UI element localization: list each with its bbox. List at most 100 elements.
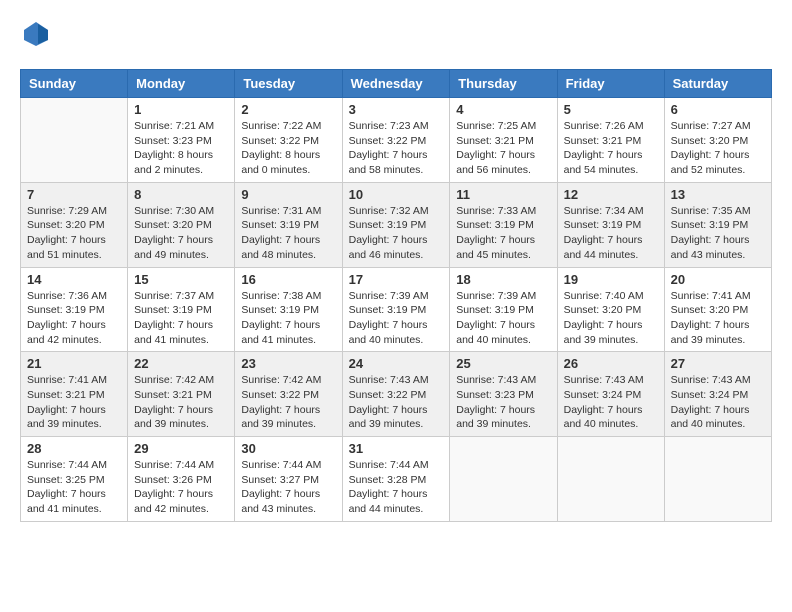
calendar-cell: 21 Sunrise: 7:41 AM Sunset: 3:21 PM Dayli…	[21, 352, 128, 437]
calendar-cell: 9 Sunrise: 7:31 AM Sunset: 3:19 PM Daylig…	[235, 182, 342, 267]
calendar-week-row: 21 Sunrise: 7:41 AM Sunset: 3:21 PM Dayli…	[21, 352, 772, 437]
calendar-cell: 4Sunrise: 7:25 AM Sunset: 3:21 PM Daylig…	[450, 98, 557, 183]
day-info: Sunrise: 7:23 AM Sunset: 3:22 PM Dayligh…	[349, 119, 444, 178]
day-number: 8	[134, 187, 228, 202]
day-info: Sunrise: 7:41 AM Sunset: 3:20 PM Dayligh…	[671, 289, 765, 348]
day-number: 22	[134, 356, 228, 371]
day-number: 1	[134, 102, 228, 117]
calendar-cell: 18Sunrise: 7:39 AM Sunset: 3:19 PM Dayli…	[450, 267, 557, 352]
day-number: 19	[564, 272, 658, 287]
day-info: Sunrise: 7:30 AM Sunset: 3:20 PM Dayligh…	[134, 204, 228, 263]
calendar-cell: 17 Sunrise: 7:39 AM Sunset: 3:19 PM Dayli…	[342, 267, 450, 352]
day-number: 25	[456, 356, 550, 371]
day-info: Sunrise: 7:37 AM Sunset: 3:19 PM Dayligh…	[134, 289, 228, 348]
day-number: 29	[134, 441, 228, 456]
day-info: Sunrise: 7:40 AM Sunset: 3:20 PM Dayligh…	[564, 289, 658, 348]
calendar-cell	[664, 437, 771, 522]
day-number: 10	[349, 187, 444, 202]
calendar-week-row: 7Sunrise: 7:29 AM Sunset: 3:20 PM Daylig…	[21, 182, 772, 267]
day-info: Sunrise: 7:25 AM Sunset: 3:21 PM Dayligh…	[456, 119, 550, 178]
col-header-tuesday: Tuesday	[235, 70, 342, 98]
day-number: 5	[564, 102, 658, 117]
day-info: Sunrise: 7:32 AM Sunset: 3:19 PM Dayligh…	[349, 204, 444, 263]
day-info: Sunrise: 7:41 AM Sunset: 3:21 PM Dayligh…	[27, 373, 121, 432]
day-number: 28	[27, 441, 121, 456]
day-info: Sunrise: 7:44 AM Sunset: 3:27 PM Dayligh…	[241, 458, 335, 517]
calendar-cell: 11 Sunrise: 7:33 AM Sunset: 3:19 PM Dayli…	[450, 182, 557, 267]
day-number: 13	[671, 187, 765, 202]
col-header-sunday: Sunday	[21, 70, 128, 98]
calendar-cell: 31 Sunrise: 7:44 AM Sunset: 3:28 PM Dayli…	[342, 437, 450, 522]
day-info: Sunrise: 7:43 AM Sunset: 3:22 PM Dayligh…	[349, 373, 444, 432]
calendar-cell: 2 Sunrise: 7:22 AM Sunset: 3:22 PM Daylig…	[235, 98, 342, 183]
calendar-cell: 1 Sunrise: 7:21 AM Sunset: 3:23 PM Daylig…	[128, 98, 235, 183]
day-number: 14	[27, 272, 121, 287]
day-number: 30	[241, 441, 335, 456]
calendar-cell: 29Sunrise: 7:44 AM Sunset: 3:26 PM Dayli…	[128, 437, 235, 522]
day-number: 11	[456, 187, 550, 202]
day-number: 17	[349, 272, 444, 287]
day-number: 15	[134, 272, 228, 287]
col-header-thursday: Thursday	[450, 70, 557, 98]
day-info: Sunrise: 7:29 AM Sunset: 3:20 PM Dayligh…	[27, 204, 121, 263]
day-info: Sunrise: 7:21 AM Sunset: 3:23 PM Dayligh…	[134, 119, 228, 178]
col-header-wednesday: Wednesday	[342, 70, 450, 98]
calendar-cell: 7Sunrise: 7:29 AM Sunset: 3:20 PM Daylig…	[21, 182, 128, 267]
day-number: 16	[241, 272, 335, 287]
calendar-cell: 24 Sunrise: 7:43 AM Sunset: 3:22 PM Dayli…	[342, 352, 450, 437]
calendar-week-row: 1 Sunrise: 7:21 AM Sunset: 3:23 PM Daylig…	[21, 98, 772, 183]
calendar-header-row: SundayMondayTuesdayWednesdayThursdayFrid…	[21, 70, 772, 98]
day-info: Sunrise: 7:38 AM Sunset: 3:19 PM Dayligh…	[241, 289, 335, 348]
day-number: 12	[564, 187, 658, 202]
day-info: Sunrise: 7:43 AM Sunset: 3:24 PM Dayligh…	[671, 373, 765, 432]
day-number: 2	[241, 102, 335, 117]
calendar-week-row: 14Sunrise: 7:36 AM Sunset: 3:19 PM Dayli…	[21, 267, 772, 352]
logo-icon	[22, 20, 50, 48]
calendar-cell: 20 Sunrise: 7:41 AM Sunset: 3:20 PM Dayli…	[664, 267, 771, 352]
calendar-cell: 19 Sunrise: 7:40 AM Sunset: 3:20 PM Dayli…	[557, 267, 664, 352]
calendar-cell: 28 Sunrise: 7:44 AM Sunset: 3:25 PM Dayli…	[21, 437, 128, 522]
day-number: 27	[671, 356, 765, 371]
day-info: Sunrise: 7:42 AM Sunset: 3:22 PM Dayligh…	[241, 373, 335, 432]
calendar-cell: 8 Sunrise: 7:30 AM Sunset: 3:20 PM Daylig…	[128, 182, 235, 267]
calendar-cell: 25 Sunrise: 7:43 AM Sunset: 3:23 PM Dayli…	[450, 352, 557, 437]
calendar-cell: 12Sunrise: 7:34 AM Sunset: 3:19 PM Dayli…	[557, 182, 664, 267]
day-info: Sunrise: 7:33 AM Sunset: 3:19 PM Dayligh…	[456, 204, 550, 263]
day-number: 20	[671, 272, 765, 287]
day-info: Sunrise: 7:43 AM Sunset: 3:23 PM Dayligh…	[456, 373, 550, 432]
calendar-cell	[557, 437, 664, 522]
calendar-cell: 15 Sunrise: 7:37 AM Sunset: 3:19 PM Dayli…	[128, 267, 235, 352]
calendar-cell	[21, 98, 128, 183]
calendar-cell: 23 Sunrise: 7:42 AM Sunset: 3:22 PM Dayli…	[235, 352, 342, 437]
calendar-cell: 14Sunrise: 7:36 AM Sunset: 3:19 PM Dayli…	[21, 267, 128, 352]
day-info: Sunrise: 7:44 AM Sunset: 3:28 PM Dayligh…	[349, 458, 444, 517]
calendar-cell	[450, 437, 557, 522]
day-number: 23	[241, 356, 335, 371]
calendar-table: SundayMondayTuesdayWednesdayThursdayFrid…	[20, 69, 772, 522]
day-number: 21	[27, 356, 121, 371]
calendar-week-row: 28 Sunrise: 7:44 AM Sunset: 3:25 PM Dayli…	[21, 437, 772, 522]
day-number: 26	[564, 356, 658, 371]
col-header-friday: Friday	[557, 70, 664, 98]
day-info: Sunrise: 7:31 AM Sunset: 3:19 PM Dayligh…	[241, 204, 335, 263]
day-info: Sunrise: 7:44 AM Sunset: 3:25 PM Dayligh…	[27, 458, 121, 517]
day-info: Sunrise: 7:39 AM Sunset: 3:19 PM Dayligh…	[456, 289, 550, 348]
calendar-cell: 16 Sunrise: 7:38 AM Sunset: 3:19 PM Dayli…	[235, 267, 342, 352]
day-info: Sunrise: 7:26 AM Sunset: 3:21 PM Dayligh…	[564, 119, 658, 178]
day-number: 31	[349, 441, 444, 456]
col-header-monday: Monday	[128, 70, 235, 98]
day-number: 24	[349, 356, 444, 371]
page-header	[20, 20, 772, 53]
logo	[20, 20, 50, 53]
day-info: Sunrise: 7:39 AM Sunset: 3:19 PM Dayligh…	[349, 289, 444, 348]
day-info: Sunrise: 7:42 AM Sunset: 3:21 PM Dayligh…	[134, 373, 228, 432]
day-info: Sunrise: 7:27 AM Sunset: 3:20 PM Dayligh…	[671, 119, 765, 178]
day-info: Sunrise: 7:35 AM Sunset: 3:19 PM Dayligh…	[671, 204, 765, 263]
day-info: Sunrise: 7:22 AM Sunset: 3:22 PM Dayligh…	[241, 119, 335, 178]
day-number: 9	[241, 187, 335, 202]
calendar-cell: 10 Sunrise: 7:32 AM Sunset: 3:19 PM Dayli…	[342, 182, 450, 267]
calendar-cell: 3Sunrise: 7:23 AM Sunset: 3:22 PM Daylig…	[342, 98, 450, 183]
calendar-cell: 30 Sunrise: 7:44 AM Sunset: 3:27 PM Dayli…	[235, 437, 342, 522]
calendar-cell: 27 Sunrise: 7:43 AM Sunset: 3:24 PM Dayli…	[664, 352, 771, 437]
calendar-cell: 5 Sunrise: 7:26 AM Sunset: 3:21 PM Daylig…	[557, 98, 664, 183]
